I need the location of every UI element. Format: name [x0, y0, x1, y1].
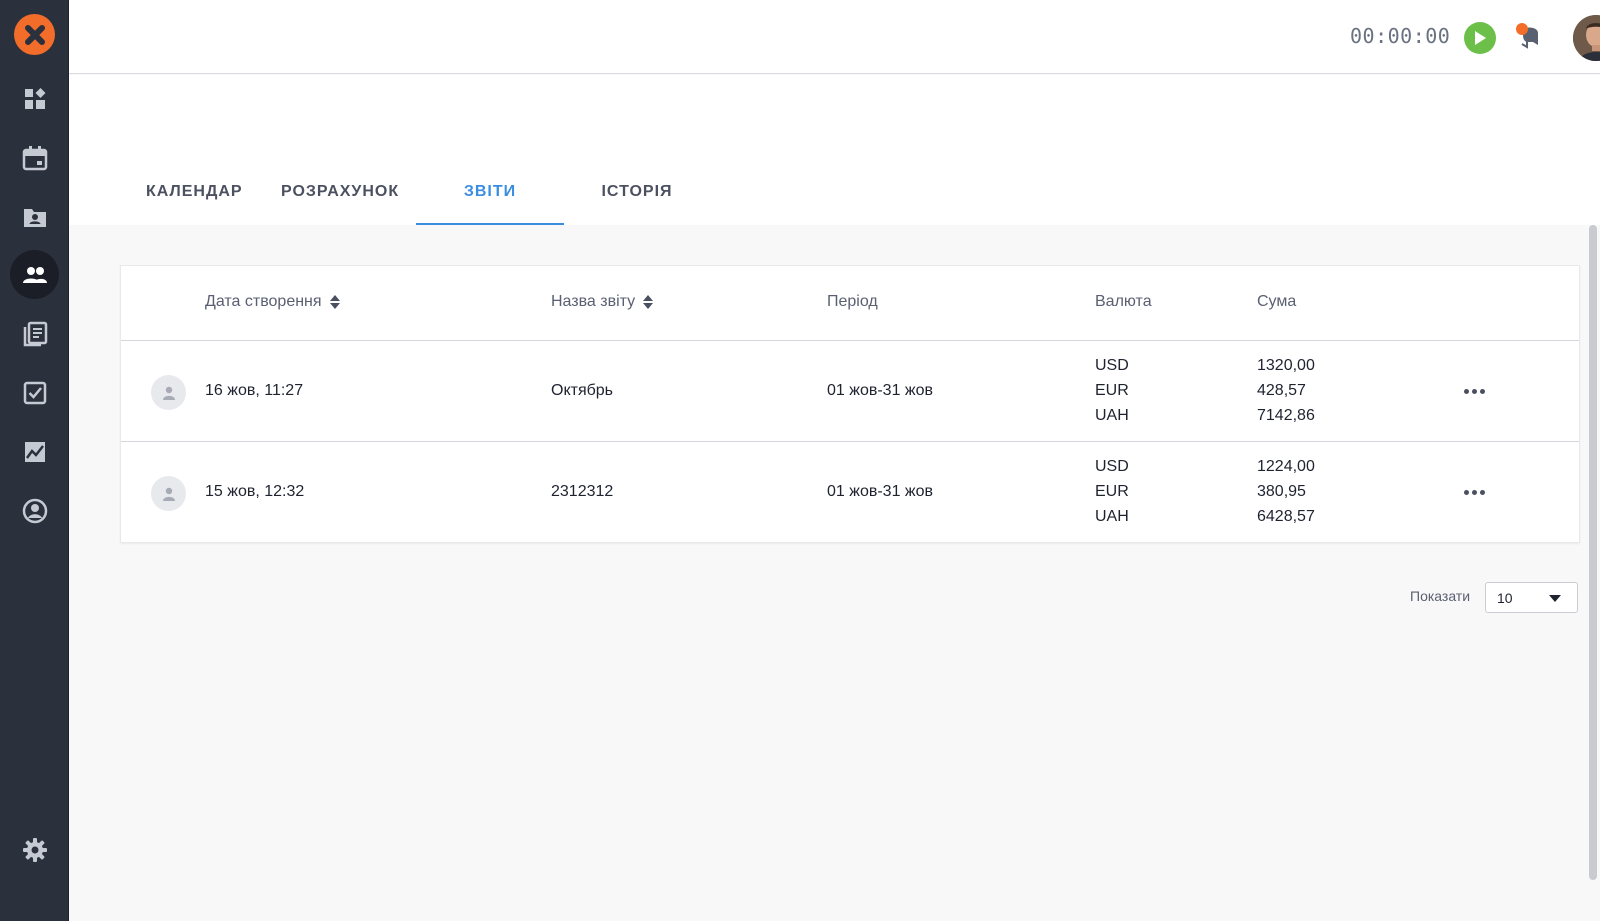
- row-currency: EUR: [1095, 483, 1129, 500]
- timer-play-button[interactable]: [1464, 22, 1496, 54]
- row-currency: UAH: [1095, 407, 1129, 424]
- row-currency: UAH: [1095, 508, 1129, 525]
- team-icon: [22, 266, 47, 283]
- dots-icon: [1463, 388, 1469, 394]
- dashboard-icon: [24, 87, 45, 109]
- chat-button[interactable]: [1514, 21, 1544, 53]
- dots-icon: [1463, 489, 1469, 495]
- chevron-down-icon: [1549, 595, 1561, 602]
- profile-icon: [22, 498, 47, 523]
- user-photo: [1573, 15, 1600, 61]
- play-icon: [1475, 31, 1486, 45]
- row-currency: EUR: [1095, 382, 1129, 399]
- column-created-label: Дата створення: [205, 293, 322, 310]
- calendar-icon: [22, 145, 47, 170]
- page-size-select[interactable]: 10: [1485, 582, 1578, 613]
- row-amount: 7142,86: [1257, 407, 1315, 424]
- row-report-name: 2312312: [551, 483, 614, 500]
- sidebar-item-team[interactable]: [10, 250, 59, 299]
- column-amount: Сума: [1257, 293, 1297, 310]
- sidebar-item-settings[interactable]: [10, 825, 59, 874]
- sidebar-item-library[interactable]: [10, 309, 59, 358]
- row-amount: 428,57: [1257, 382, 1306, 399]
- author-avatar: [151, 476, 186, 511]
- author-avatar: [151, 375, 186, 410]
- row-report-name: Октябрь: [551, 382, 614, 399]
- sidebar: [0, 0, 69, 921]
- column-name-label: Назва звіту: [551, 293, 636, 310]
- row-amount: 380,95: [1257, 483, 1306, 500]
- active-tab-indicator: [416, 223, 564, 225]
- column-created-date[interactable]: Дата створення: [205, 293, 340, 311]
- contacts-folder-icon: [23, 208, 46, 227]
- person-icon: [162, 487, 175, 501]
- sidebar-item-tasks[interactable]: [10, 368, 59, 417]
- table-header: Дата створення Назва звіту Період Валюта…: [121, 266, 1579, 341]
- row-currency: USD: [1095, 458, 1129, 475]
- sort-icon: [643, 295, 654, 309]
- column-report-name[interactable]: Назва звіту: [551, 293, 654, 311]
- logo-icon: [24, 24, 45, 45]
- sidebar-item-profile[interactable]: [10, 486, 59, 535]
- row-more-actions-button[interactable]: [1459, 379, 1489, 403]
- vertical-scrollbar[interactable]: [1589, 225, 1597, 880]
- tabs-bar: КАЛЕНДАР РОЗРАХУНОК ЗВІТИ ІСТОРІЯ: [69, 75, 1600, 225]
- reports-table: Дата створення Назва звіту Період Валюта…: [120, 265, 1580, 543]
- table-row[interactable]: 15 жов, 12:32 2312312 01 жов-31 жов USD …: [121, 443, 1579, 543]
- tasks-icon: [23, 381, 46, 404]
- sidebar-item-calendar[interactable]: [10, 133, 59, 182]
- sidebar-item-reports[interactable]: [10, 427, 59, 476]
- table-row[interactable]: 16 жов, 11:27 Октябрь 01 жов-31 жов USD …: [121, 342, 1579, 442]
- chat-icon: [1516, 23, 1538, 49]
- tab-history[interactable]: ІСТОРІЯ: [599, 183, 675, 229]
- person-icon: [162, 386, 175, 400]
- column-period: Період: [827, 293, 878, 310]
- row-period: 01 жов-31 жов: [827, 382, 934, 399]
- column-currency: Валюта: [1095, 293, 1152, 310]
- top-header: 00:00:00: [69, 0, 1600, 74]
- row-amount: 1320,00: [1257, 357, 1315, 374]
- reports-chart-icon: [24, 441, 45, 462]
- timer-display: 00:00:00: [1350, 24, 1451, 48]
- row-currency: USD: [1095, 357, 1129, 374]
- user-avatar[interactable]: [1573, 15, 1600, 61]
- sort-icon: [329, 295, 340, 309]
- tab-calculation[interactable]: РОЗРАХУНОК: [281, 183, 399, 229]
- row-created-date: 16 жов, 11:27: [205, 382, 304, 399]
- row-period: 01 жов-31 жов: [827, 483, 934, 500]
- row-created-date: 15 жов, 12:32: [205, 483, 305, 500]
- page-size-label: Показати: [1410, 588, 1471, 604]
- library-icon: [23, 321, 47, 346]
- tab-calendar[interactable]: КАЛЕНДАР: [146, 183, 242, 229]
- sidebar-item-contacts[interactable]: [10, 192, 59, 241]
- row-more-actions-button[interactable]: [1459, 480, 1489, 504]
- page-size-value: 10: [1497, 590, 1513, 606]
- settings-icon: [22, 837, 47, 862]
- row-amount: 1224,00: [1257, 458, 1315, 475]
- sidebar-item-dashboard[interactable]: [10, 74, 59, 123]
- row-amount: 6428,57: [1257, 508, 1315, 525]
- app-logo[interactable]: [14, 14, 55, 55]
